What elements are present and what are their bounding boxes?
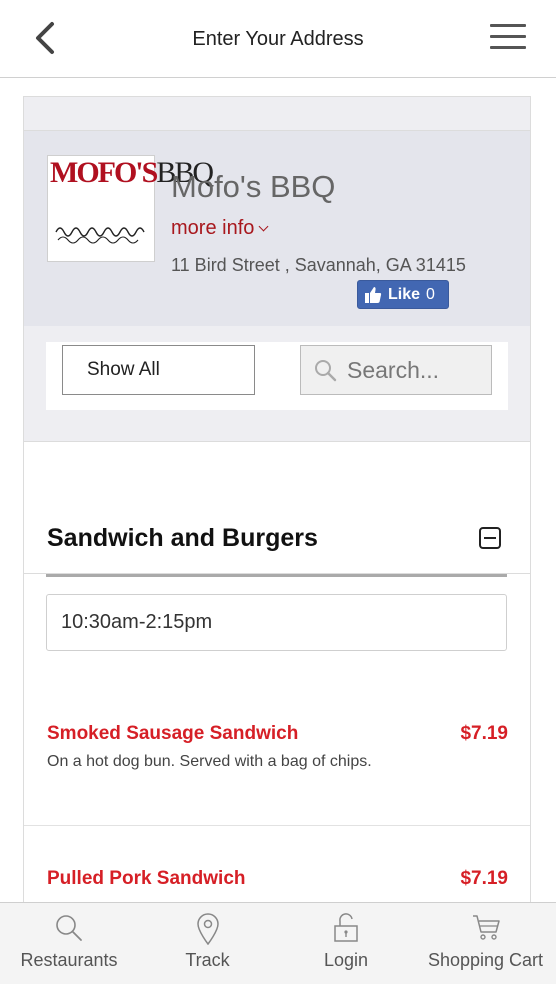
divider bbox=[24, 825, 530, 826]
location-pin-icon bbox=[196, 913, 219, 945]
collapse-section-icon[interactable] bbox=[479, 527, 501, 549]
nav-label: Restaurants bbox=[20, 950, 118, 970]
logo-text-red: MOFO'S bbox=[50, 156, 158, 189]
search-icon bbox=[56, 915, 82, 941]
page-title[interactable]: Enter Your Address bbox=[0, 28, 556, 51]
restaurant-logo: MOFO'SBBQ bbox=[47, 155, 214, 262]
menu-item-description: On a hot dog bun. Served with a bag of c… bbox=[47, 753, 372, 770]
like-label: Like bbox=[388, 285, 421, 303]
thumbs-up-icon bbox=[365, 286, 382, 303]
section-hours: 10:30am-2:15pm bbox=[46, 594, 507, 651]
filter-box: Show All Search... bbox=[46, 342, 508, 410]
nav-login[interactable]: Login bbox=[277, 903, 415, 984]
nav-track[interactable]: Track bbox=[138, 903, 277, 984]
top-bar: Enter Your Address bbox=[0, 0, 556, 78]
menu-item-name[interactable]: Pulled Pork Sandwich bbox=[47, 868, 246, 890]
restaurant-info: MOFO'SBBQ Mofo's BBQ more info 11 Bird S… bbox=[24, 131, 530, 326]
facebook-like-button[interactable]: Like 0 bbox=[357, 280, 449, 309]
menu-line bbox=[490, 46, 526, 49]
filter-bar: Show All Search... bbox=[24, 326, 530, 442]
cart-icon bbox=[472, 915, 500, 940]
logo-tagline-scribble bbox=[55, 227, 145, 244]
menu-section-title[interactable]: Sandwich and Burgers bbox=[47, 524, 318, 553]
like-count: 0 bbox=[426, 285, 435, 303]
restaurant-address: 11 Bird Street , Savannah, GA 31415 bbox=[171, 255, 466, 275]
restaurant-name: Mofo's BBQ bbox=[171, 169, 336, 204]
content-area[interactable]: MOFO'SBBQ Mofo's BBQ more info 11 Bird S… bbox=[0, 78, 556, 902]
chevron-down-icon bbox=[258, 221, 269, 232]
nav-label: Track bbox=[185, 950, 230, 970]
restaurant-card: MOFO'SBBQ Mofo's BBQ more info 11 Bird S… bbox=[23, 96, 531, 902]
nav-restaurants[interactable]: Restaurants bbox=[0, 903, 138, 984]
search-input[interactable]: Search... bbox=[300, 345, 492, 395]
search-placeholder: Search... bbox=[347, 356, 440, 383]
lock-icon bbox=[334, 913, 358, 942]
menu-item-name[interactable]: Smoked Sausage Sandwich bbox=[47, 723, 298, 745]
nav-shopping-cart[interactable]: Shopping Cart bbox=[415, 903, 556, 984]
search-icon bbox=[315, 360, 337, 382]
more-info-link[interactable]: more info bbox=[171, 217, 269, 240]
menu-line bbox=[490, 35, 526, 38]
top-strip bbox=[24, 97, 530, 131]
more-info-label: more info bbox=[171, 217, 255, 239]
hamburger-menu-button[interactable] bbox=[490, 24, 526, 52]
menu-item-price: $7.19 bbox=[460, 868, 508, 889]
section-underline bbox=[46, 574, 507, 577]
menu-item-price: $7.19 bbox=[460, 723, 508, 744]
menu-line bbox=[490, 24, 526, 27]
bottom-nav: Restaurants Track Login Shopping Cart bbox=[0, 902, 556, 984]
show-all-dropdown[interactable]: Show All bbox=[62, 345, 255, 395]
nav-label: Login bbox=[323, 950, 369, 970]
nav-label: Shopping Cart bbox=[427, 950, 544, 970]
